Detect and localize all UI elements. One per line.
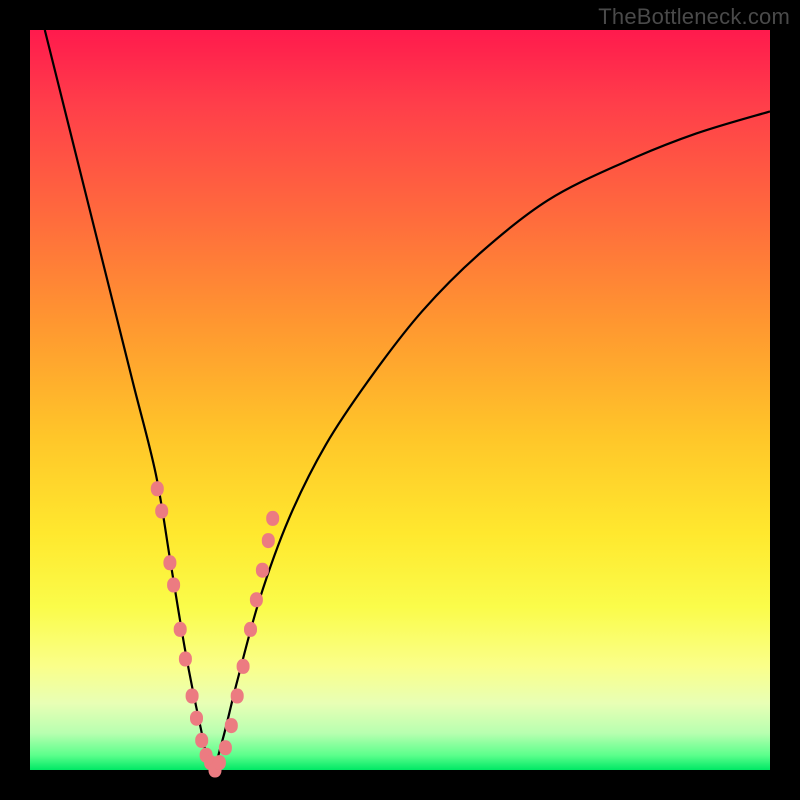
highlight-marker [256, 563, 269, 578]
highlight-marker [186, 689, 199, 704]
chart-frame: TheBottleneck.com [0, 0, 800, 800]
highlight-marker [213, 755, 226, 770]
curve-path [45, 30, 770, 770]
highlight-marker [167, 578, 180, 593]
highlight-marker [262, 533, 275, 548]
highlight-marker [266, 511, 279, 526]
highlight-marker [237, 659, 250, 674]
highlight-marker [219, 740, 232, 755]
highlight-marker [225, 718, 238, 733]
bottleneck-curve [45, 30, 770, 770]
highlight-marker [179, 652, 192, 667]
highlight-marker [174, 622, 187, 637]
highlight-marker [195, 733, 208, 748]
highlight-marker [155, 504, 168, 519]
highlight-marker [244, 622, 257, 637]
highlight-marker [163, 555, 176, 570]
highlight-marker [151, 481, 164, 496]
chart-plot-area [30, 30, 770, 770]
near-minimum-markers [151, 481, 279, 777]
watermark-text: TheBottleneck.com [598, 4, 790, 30]
highlight-marker [250, 592, 263, 607]
chart-svg [30, 30, 770, 770]
highlight-marker [231, 689, 244, 704]
highlight-marker [190, 711, 203, 726]
